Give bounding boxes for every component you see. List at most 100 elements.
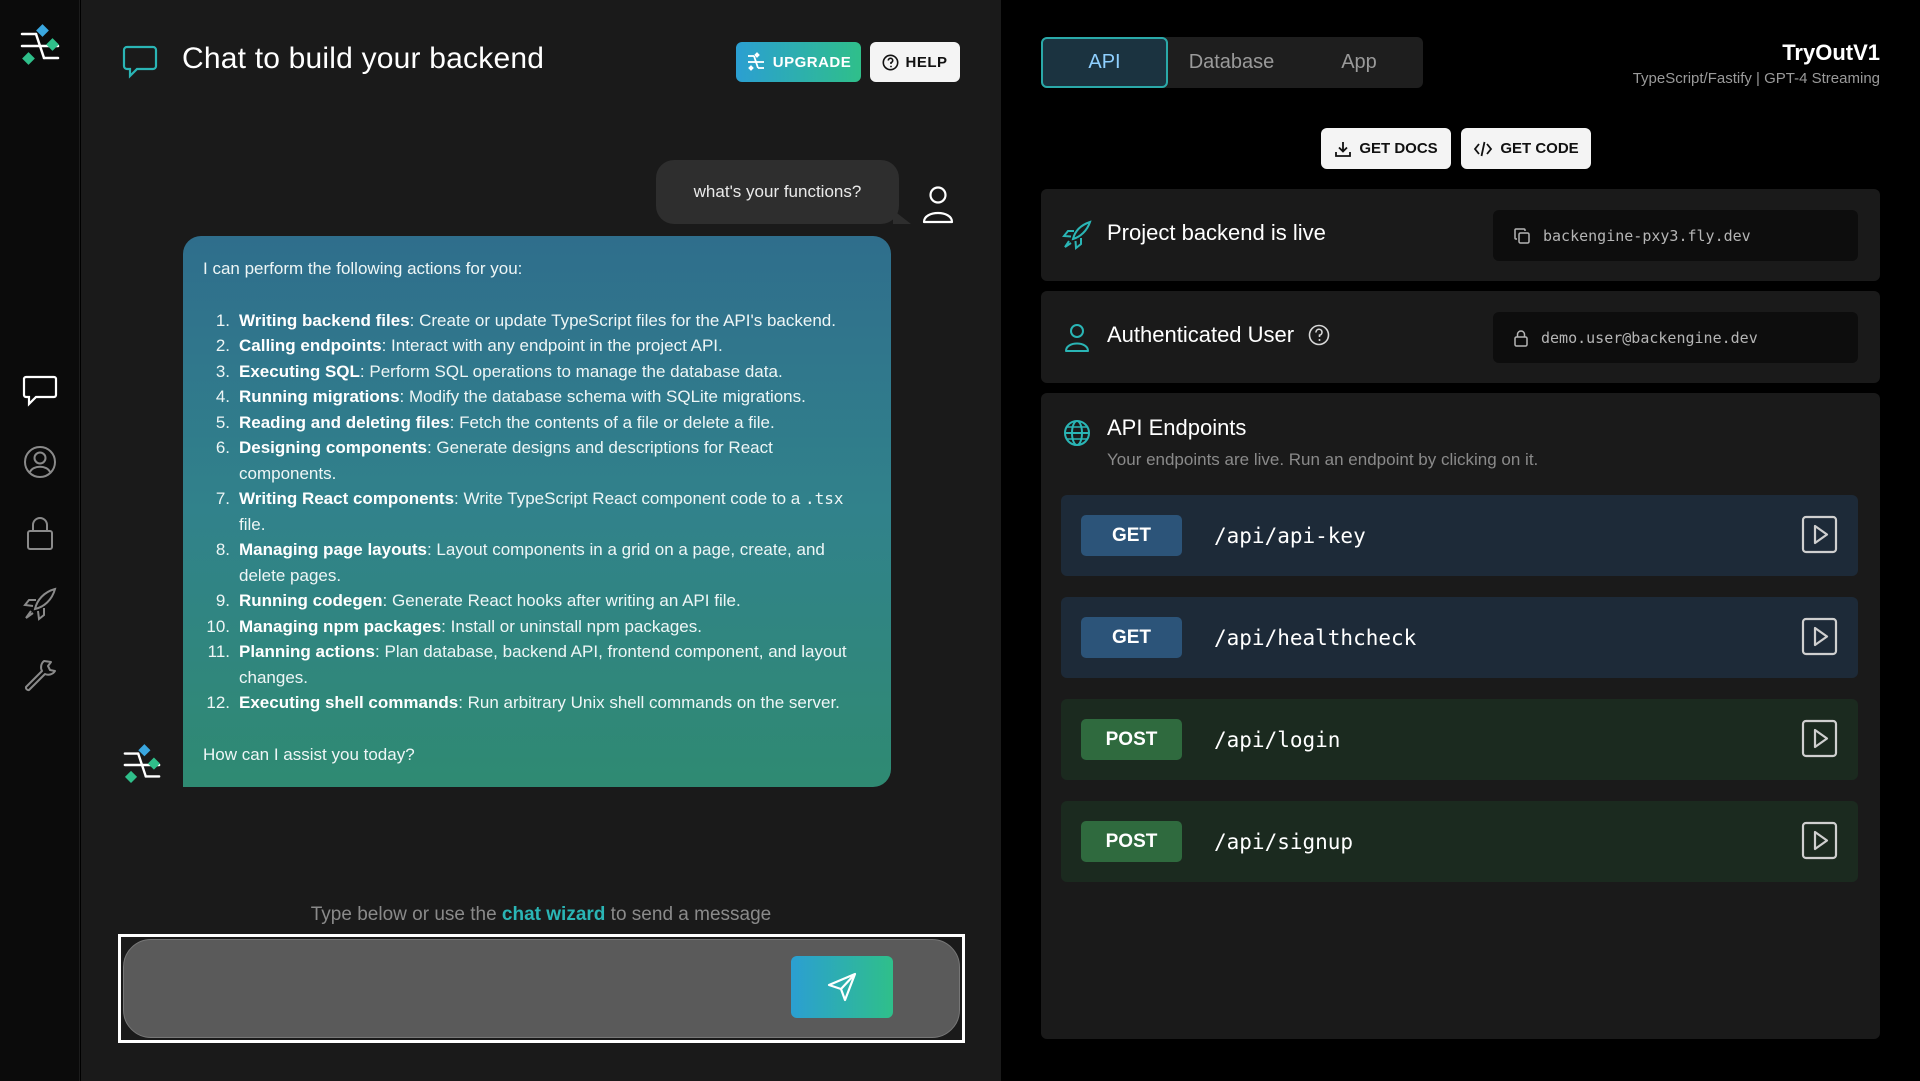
wrench-icon xyxy=(24,660,56,692)
get-code-label: GET CODE xyxy=(1500,140,1579,157)
action-list-item: 8. Managing page layouts: Layout componen… xyxy=(203,537,871,588)
action-text: Running migrations: Modify the database … xyxy=(239,384,871,410)
action-text: Writing React components: Write TypeScri… xyxy=(239,486,871,537)
logo-icon[interactable] xyxy=(18,24,62,68)
endpoint-path: /api/api-key xyxy=(1214,523,1366,548)
rocket-icon xyxy=(1062,220,1092,250)
assistant-action-list: 1. Writing backend files: Create or updat… xyxy=(203,308,871,716)
sidebar-item-security[interactable] xyxy=(20,513,60,553)
action-text: Executing shell commands: Run arbitrary … xyxy=(239,690,871,716)
auth-user-field: demo.user@backengine.dev xyxy=(1493,312,1858,363)
api-endpoints-card: API Endpoints Your endpoints are live. R… xyxy=(1041,393,1880,1039)
action-number: 7. xyxy=(215,489,230,508)
action-description: : Create or update TypeScript files for … xyxy=(409,310,836,330)
action-description: : Run arbitrary Unix shell commands on t… xyxy=(458,693,840,712)
download-icon xyxy=(1335,141,1352,157)
sidebar-item-tools[interactable] xyxy=(20,655,60,695)
endpoint-row[interactable]: GET /api/api-key xyxy=(1061,495,1858,576)
sidebar-item-chat[interactable] xyxy=(20,371,60,411)
action-text: Writing backend files: Create or update … xyxy=(239,308,871,334)
action-number: 12. xyxy=(206,693,230,712)
get-code-button[interactable]: GET CODE xyxy=(1461,128,1591,169)
action-list-item: 3. Executing SQL: Perform SQL operations … xyxy=(203,359,871,385)
action-description: : Generate React hooks after writing an … xyxy=(382,591,741,610)
input-hint: Type below or use the chat wizard to sen… xyxy=(81,904,1001,926)
action-list-item: 10. Managing npm packages: Install or uni… xyxy=(203,614,871,640)
backend-live-card: Project backend is live backengine-pxy3.… xyxy=(1041,189,1880,281)
action-number: 6. xyxy=(215,438,230,457)
copy-icon[interactable] xyxy=(1513,227,1531,245)
method-badge: GET xyxy=(1081,617,1182,658)
assistant-outro: How can I assist you today? xyxy=(203,744,415,764)
rocket-icon xyxy=(23,587,57,621)
action-list-item: 7. Writing React components: Write TypeSc… xyxy=(203,486,871,537)
auth-user-card: Authenticated User demo.user@backengine.… xyxy=(1041,291,1880,383)
code-icon xyxy=(1474,141,1493,156)
action-title: Planning actions xyxy=(239,642,376,661)
assistant-message: I can perform the following actions for … xyxy=(183,236,891,787)
tab-app[interactable]: App xyxy=(1295,37,1423,88)
action-list-item: 1. Writing backend files: Create or updat… xyxy=(203,308,871,334)
tab-api[interactable]: API xyxy=(1041,37,1168,88)
action-text: Designing components: Generate designs a… xyxy=(239,435,871,486)
help-button[interactable]: HELP xyxy=(870,42,960,82)
chat-icon xyxy=(22,375,58,407)
method-badge: POST xyxy=(1081,719,1182,760)
action-description: : Perform SQL operations to manage the d… xyxy=(359,361,783,381)
action-description: : Install or uninstall npm packages. xyxy=(441,616,702,636)
logo-icon xyxy=(747,52,764,71)
sidebar xyxy=(0,0,80,1081)
action-description-end: file. xyxy=(239,514,266,534)
action-title: Managing page layouts xyxy=(239,540,427,559)
send-button[interactable] xyxy=(791,956,893,1018)
upgrade-button[interactable]: UPGRADE xyxy=(736,42,861,82)
chat-wizard-link[interactable]: chat wizard xyxy=(502,904,605,925)
action-text: Managing page layouts: Layout components… xyxy=(239,537,871,588)
globe-icon xyxy=(1064,420,1090,446)
sidebar-item-account[interactable] xyxy=(20,442,60,482)
endpoint-path: /api/healthcheck xyxy=(1214,625,1417,650)
chat-icon xyxy=(122,45,158,79)
tab-database[interactable]: Database xyxy=(1168,37,1295,88)
action-text: Managing npm packages: Install or uninst… xyxy=(239,614,871,640)
action-number: 4. xyxy=(215,387,230,406)
play-icon[interactable] xyxy=(1801,821,1838,860)
project-stack: TypeScript/Fastify | GPT-4 Streaming xyxy=(1632,70,1880,87)
question-icon xyxy=(882,54,899,70)
endpoint-path: /api/signup xyxy=(1214,829,1354,854)
action-number: 10. xyxy=(206,616,230,636)
action-text: Reading and deleting files: Fetch the co… xyxy=(239,410,871,436)
action-list-item: 11. Planning actions: Plan database, back… xyxy=(203,639,871,690)
user-icon xyxy=(24,446,56,478)
endpoint-row[interactable]: POST /api/login xyxy=(1061,699,1858,780)
play-icon[interactable] xyxy=(1801,719,1838,758)
auth-user-email: demo.user@backengine.dev xyxy=(1541,328,1758,347)
endpoint-row[interactable]: POST /api/signup xyxy=(1061,801,1858,882)
endpoint-row[interactable]: GET /api/healthcheck xyxy=(1061,597,1858,678)
action-title: Writing React components xyxy=(239,489,455,508)
action-title: Calling endpoints xyxy=(239,336,382,355)
action-list-item: 6. Designing components: Generate designs… xyxy=(203,435,871,486)
action-title: Running codegen xyxy=(239,591,383,610)
sidebar-item-deploy[interactable] xyxy=(20,584,60,624)
action-list-item: 9. Running codegen: Generate React hooks … xyxy=(203,588,871,614)
action-list-item: 4. Running migrations: Modify the databas… xyxy=(203,384,871,410)
action-text: Running codegen: Generate React hooks af… xyxy=(239,588,871,614)
backend-url-field[interactable]: backengine-pxy3.fly.dev xyxy=(1493,210,1858,261)
get-docs-button[interactable]: GET DOCS xyxy=(1321,128,1451,169)
backend-url: backengine-pxy3.fly.dev xyxy=(1543,226,1751,245)
play-icon[interactable] xyxy=(1801,617,1838,656)
lock-icon xyxy=(27,517,53,550)
user-message: what's your functions? xyxy=(656,160,911,224)
action-description: : Modify the database schema with SQLite… xyxy=(399,387,806,406)
project-name: TryOutV1 xyxy=(1782,40,1880,65)
action-number: 1. xyxy=(215,310,230,330)
method-badge: POST xyxy=(1081,821,1182,862)
action-title: Managing npm packages xyxy=(239,616,442,636)
action-text: Executing SQL: Perform SQL operations to… xyxy=(239,359,871,385)
question-icon[interactable] xyxy=(1308,324,1330,346)
hint-text-before: Type below or use the xyxy=(310,904,502,925)
play-icon[interactable] xyxy=(1801,515,1838,554)
endpoint-path: /api/login xyxy=(1214,727,1341,752)
assistant-intro: I can perform the following actions for … xyxy=(203,259,523,278)
